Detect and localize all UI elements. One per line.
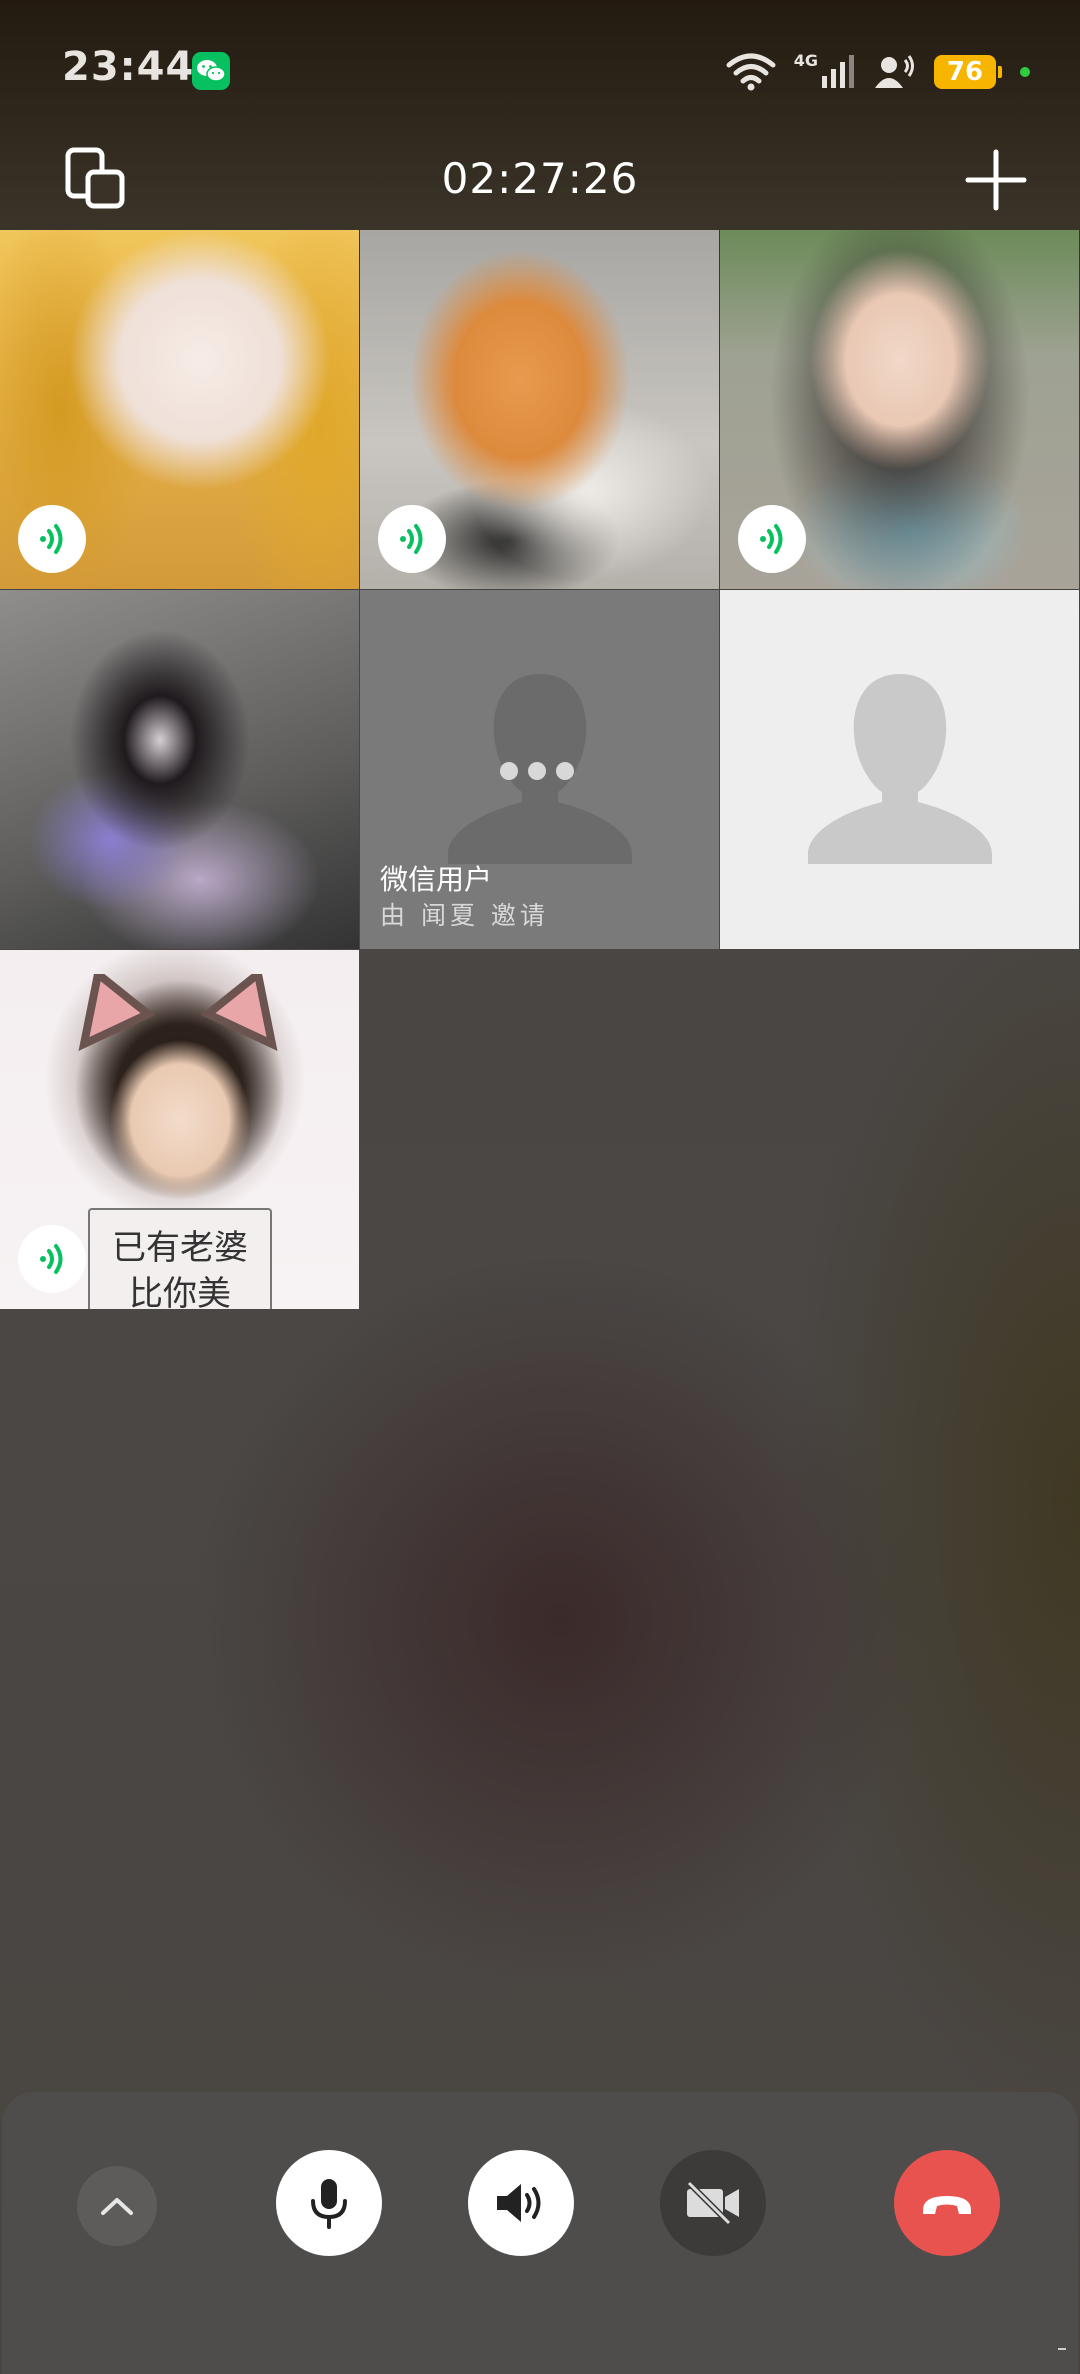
camera-off-icon xyxy=(686,2181,739,2225)
meme-sign-line-2: 比你美 xyxy=(129,1274,231,1309)
status-bar: 23:44 4G 76 xyxy=(0,0,1080,140)
expand-controls-button[interactable] xyxy=(77,2166,157,2246)
speaking-wave-icon xyxy=(40,1244,63,1274)
speaking-wave-icon xyxy=(40,524,63,554)
wifi-icon xyxy=(726,53,776,91)
speaking-wave-icon xyxy=(760,524,783,554)
speaking-wave-icon xyxy=(400,524,423,554)
speaking-indicator xyxy=(738,505,806,573)
chevron-up-icon xyxy=(101,2198,133,2215)
participant-tile-empty[interactable] xyxy=(720,590,1079,949)
network-type-label: 4G xyxy=(793,50,818,70)
home-indicator xyxy=(1058,2348,1066,2350)
microphone-button[interactable] xyxy=(276,2150,382,2256)
battery-level: 76 xyxy=(946,57,984,87)
participant-tile-waiting[interactable]: 微信用户 由 闻夏 邀请 xyxy=(360,590,719,949)
privacy-indicator-dot xyxy=(1020,67,1030,77)
add-participant-button[interactable] xyxy=(962,146,1030,214)
wechat-icon xyxy=(192,52,230,90)
speaker-icon xyxy=(497,2184,541,2222)
default-avatar-icon xyxy=(808,674,992,864)
speaking-indicator xyxy=(378,505,446,573)
hotspot-user-icon xyxy=(875,55,914,88)
participant-tile[interactable] xyxy=(0,230,359,589)
participant-tile[interactable]: 已有老婆 比你美 xyxy=(0,950,359,1309)
cat-ears-icon xyxy=(78,974,278,1051)
add-participant-icon xyxy=(965,149,1027,211)
participant-tile[interactable] xyxy=(360,230,719,589)
participant-tile[interactable] xyxy=(0,590,359,949)
meme-sign-line-1: 已有老婆 xyxy=(112,1228,248,1268)
participant-invite-status: 由 闻夏 邀请 xyxy=(380,901,549,930)
signal-icon xyxy=(822,55,854,88)
participant-name: 微信用户 xyxy=(380,863,493,896)
speaking-indicator xyxy=(18,505,86,573)
hang-up-icon xyxy=(923,2196,971,2214)
meme-sign: 已有老婆 比你美 xyxy=(88,1208,272,1309)
call-header: 02:27:26 xyxy=(0,140,1080,230)
hang-up-button[interactable] xyxy=(894,2150,1000,2256)
microphone-icon xyxy=(311,2179,347,2229)
status-time: 23:44 xyxy=(62,44,195,90)
participant-tile[interactable] xyxy=(720,230,1079,589)
battery-icon: 76 xyxy=(934,55,1002,89)
camera-toggle-button[interactable] xyxy=(660,2150,766,2256)
waiting-dots xyxy=(500,762,574,780)
speaking-indicator xyxy=(18,1225,86,1293)
call-timer: 02:27:26 xyxy=(441,154,639,203)
speaker-button[interactable] xyxy=(468,2150,574,2256)
call-controls-panel xyxy=(2,2092,1078,2374)
